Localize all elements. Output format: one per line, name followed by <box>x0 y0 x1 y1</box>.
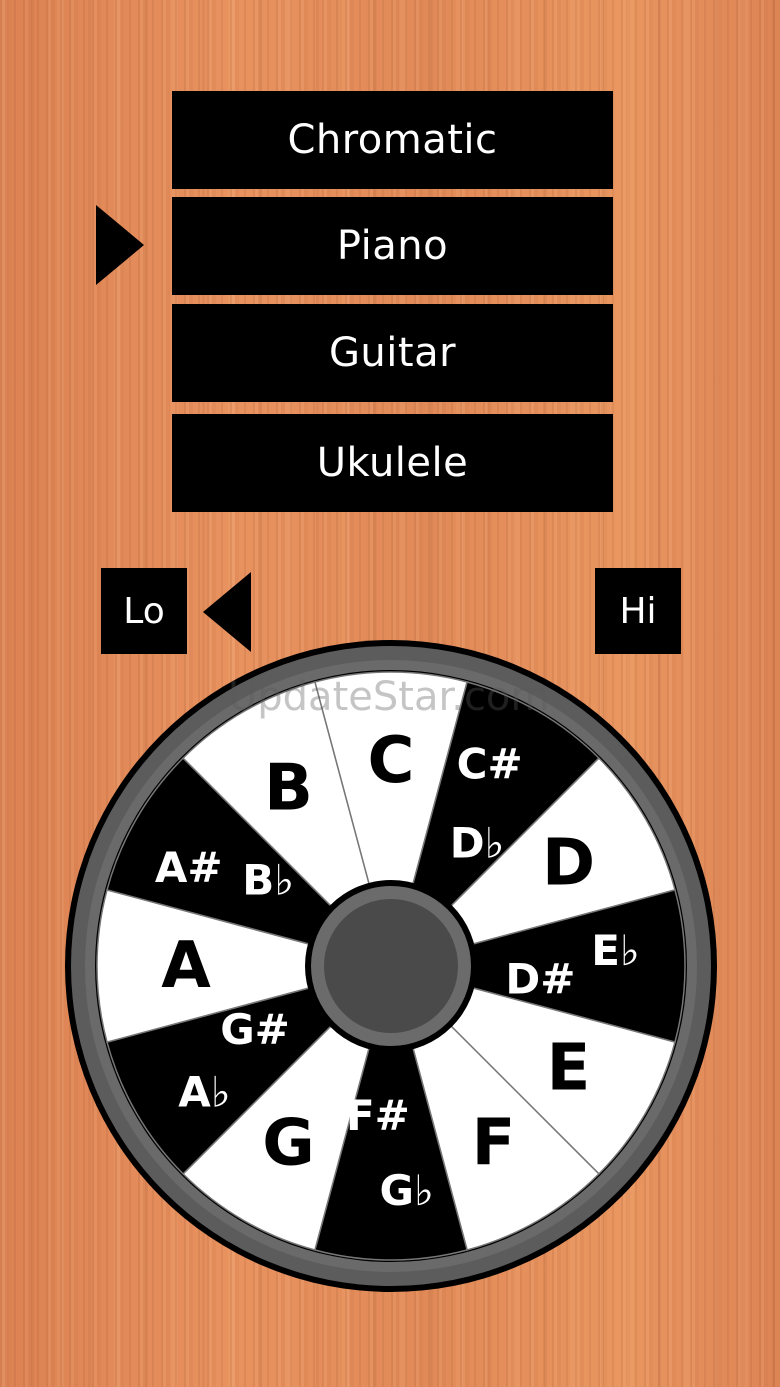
hub-center[interactable] <box>324 899 458 1033</box>
note-label-asharp: A# <box>155 843 223 892</box>
note-label-f: F <box>472 1107 516 1181</box>
note-label-db: D♭ <box>450 819 505 868</box>
note-label-dsharp: D# <box>505 955 575 1004</box>
note-label-d: D <box>542 827 595 901</box>
note-label-a: A <box>161 929 211 1003</box>
note-label-fsharp: F# <box>346 1091 410 1140</box>
note-label-gb: G♭ <box>380 1166 434 1215</box>
note-label-b: B <box>264 751 313 825</box>
note-label-bb: B♭ <box>242 855 294 904</box>
note-label-e: E <box>547 1032 591 1106</box>
note-label-g: G <box>262 1107 315 1181</box>
note-label-eb: E♭ <box>591 926 640 975</box>
note-label-c: C <box>368 724 415 798</box>
note-label-ab: A♭ <box>178 1067 230 1116</box>
note-label-gsharp: G# <box>220 1005 290 1054</box>
note-label-csharp: C# <box>457 739 523 788</box>
pitch-wheel[interactable]: C C# D♭ D E♭ D# EF G♭ F# G A♭ G#A A# B♭ B <box>0 0 780 1387</box>
